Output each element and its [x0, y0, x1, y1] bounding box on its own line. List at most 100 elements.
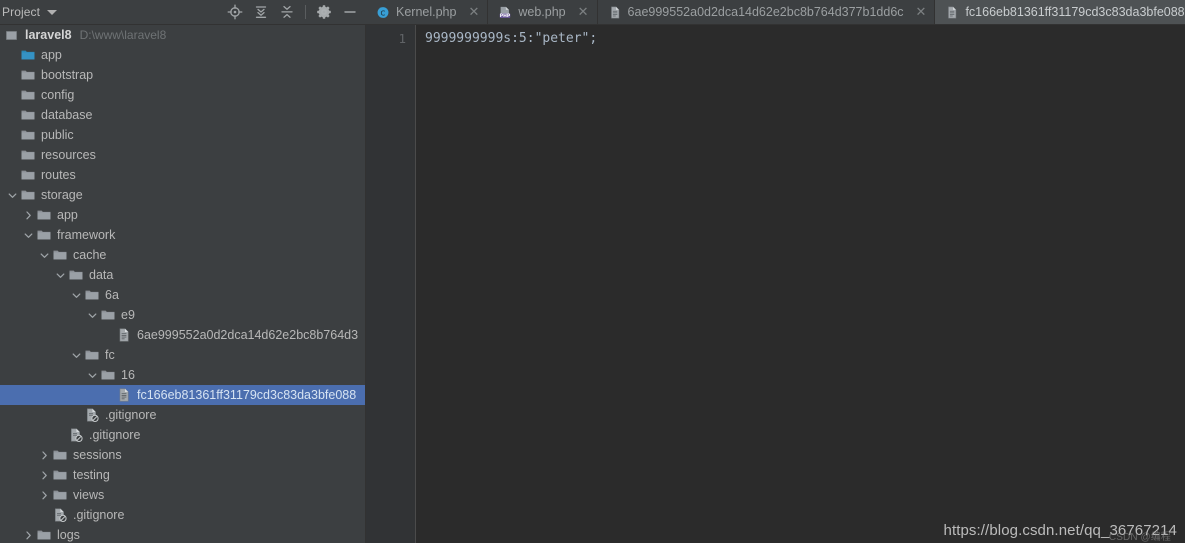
folder-icon: [21, 190, 35, 200]
locate-icon[interactable]: [227, 4, 243, 20]
project-panel-title[interactable]: Project: [0, 5, 40, 19]
chevron-down-icon[interactable]: [7, 190, 18, 201]
tree-row[interactable]: bootstrap: [0, 65, 365, 85]
chevron-down-icon[interactable]: [71, 290, 82, 301]
gitignore-icon: [55, 508, 67, 522]
tree-item-label: views: [73, 488, 105, 502]
tree-row[interactable]: logs: [0, 525, 365, 543]
tree-row[interactable]: fc: [0, 345, 365, 365]
tree-item-label: fc: [105, 348, 115, 362]
tree-row[interactable]: fc166eb81361ff31179cd3c83da3bfe088: [0, 385, 365, 405]
tree-row[interactable]: 6ae999552a0d2dca14d62e2bc8b764d3: [0, 325, 365, 345]
text-file-icon: [119, 388, 129, 402]
folder-icon: [21, 110, 35, 120]
tree-row[interactable]: resources: [0, 145, 365, 165]
tree-item-label: config: [41, 88, 75, 102]
tree-row-root[interactable]: laravel8 D:\www\laravel8: [0, 25, 365, 45]
tree-item-label: public: [41, 128, 74, 142]
toolbar-divider: [305, 5, 306, 19]
text-file-icon: [608, 5, 622, 20]
editor-tab-6ae999552a0d2dca14d62e2bc8b764d377b1dd6c[interactable]: 6ae999552a0d2dca14d62e2bc8b764d377b1dd6c…: [597, 0, 936, 24]
tree-item-label: .gitignore: [73, 508, 125, 522]
chevron-down-icon[interactable]: [23, 230, 34, 241]
tree-item-label: fc166eb81361ff31179cd3c83da3bfe088: [137, 388, 357, 402]
tree-row[interactable]: .gitignore: [0, 405, 365, 425]
tree-item-label: bootstrap: [41, 68, 94, 82]
chevron-right-icon[interactable]: [23, 530, 34, 541]
folder-icon: [85, 350, 99, 360]
tree-row[interactable]: testing: [0, 465, 365, 485]
tree-row[interactable]: database: [0, 105, 365, 125]
tab-label: fc166eb81361ff31179cd3c83da3bfe088b8: [965, 5, 1185, 19]
project-panel-toolbar: [227, 4, 366, 20]
tree-row[interactable]: framework: [0, 225, 365, 245]
folder-icon: [85, 290, 99, 300]
project-tree[interactable]: laravel8 D:\www\laravel8 app bootstrap confi…: [0, 25, 366, 543]
chevron-right-icon[interactable]: [39, 450, 50, 461]
tree-item-label: 6ae999552a0d2dca14d62e2bc8b764d3: [137, 328, 359, 342]
editor-tab-web-php[interactable]: PHP web.php ✕: [488, 0, 598, 24]
ide-window: Project C Kernel.php ✕ PHP web.php ✕ 6ae…: [0, 0, 1185, 543]
watermark-brand: CSDN @编程: [1108, 532, 1171, 543]
gear-icon[interactable]: [316, 4, 332, 20]
expand-all-icon[interactable]: [279, 4, 295, 20]
tree-row[interactable]: app: [0, 205, 365, 225]
php-class-icon: C: [376, 5, 390, 20]
folder-icon: [21, 170, 35, 180]
chevron-down-icon[interactable]: [87, 310, 98, 321]
editor-tab-fc166eb81361ff31179cd3c83da3bfe088b8[interactable]: fc166eb81361ff31179cd3c83da3bfe088b8: [935, 0, 1185, 24]
chevron-down-icon[interactable]: [87, 370, 98, 381]
editor-tab-bar: C Kernel.php ✕ PHP web.php ✕ 6ae999552a0…: [366, 0, 1185, 25]
tree-root-name: laravel8: [25, 28, 72, 42]
tree-row[interactable]: views: [0, 485, 365, 505]
tree-row[interactable]: .gitignore: [0, 425, 365, 445]
text-file-icon: [945, 5, 959, 20]
chevron-right-icon[interactable]: [23, 210, 34, 221]
folder-icon: [21, 90, 35, 100]
project-panel-header: Project: [0, 0, 366, 25]
code-content[interactable]: 9999999999s:5:"peter";: [416, 25, 1185, 543]
code-editor[interactable]: 1 9999999999s:5:"peter"; https://blog.cs…: [366, 25, 1185, 543]
code-line[interactable]: 9999999999s:5:"peter";: [425, 31, 1185, 47]
chevron-down-icon[interactable]: [47, 9, 58, 15]
chevron-down-icon[interactable]: [71, 350, 82, 361]
close-icon[interactable]: ✕: [916, 6, 927, 19]
tree-row[interactable]: sessions: [0, 445, 365, 465]
line-number: 1: [398, 31, 406, 46]
top-strip: Project C Kernel.php ✕ PHP web.php ✕ 6ae…: [0, 0, 1185, 25]
tree-item-label: routes: [41, 168, 76, 182]
folder-icon: [37, 210, 51, 220]
tree-item-label: app: [41, 48, 62, 62]
close-icon[interactable]: ✕: [468, 6, 479, 19]
tree-row[interactable]: e9: [0, 305, 365, 325]
tree-item-label: e9: [121, 308, 135, 322]
minimize-icon[interactable]: [342, 4, 358, 20]
collapse-all-icon[interactable]: [253, 4, 269, 20]
tree-row[interactable]: config: [0, 85, 365, 105]
tree-row[interactable]: routes: [0, 165, 365, 185]
folder-icon: [37, 530, 51, 540]
tab-label: Kernel.php: [396, 5, 457, 19]
tree-item-label: cache: [73, 248, 107, 262]
chevron-down-icon[interactable]: [55, 270, 66, 281]
tree-item-label: testing: [73, 468, 110, 482]
editor-tab-kernel-php[interactable]: C Kernel.php ✕: [366, 0, 489, 24]
folder-icon: [21, 150, 35, 160]
close-icon[interactable]: ✕: [578, 6, 589, 19]
tree-row[interactable]: storage: [0, 185, 365, 205]
tree-row[interactable]: data: [0, 265, 365, 285]
chevron-right-icon[interactable]: [39, 470, 50, 481]
chevron-right-icon[interactable]: [39, 490, 50, 501]
tree-row[interactable]: app: [0, 45, 365, 65]
text-file-icon: [119, 328, 129, 342]
folder-icon: [37, 230, 51, 240]
tree-row[interactable]: public: [0, 125, 365, 145]
tree-row[interactable]: 6a: [0, 285, 365, 305]
chevron-down-icon[interactable]: [39, 250, 50, 261]
tree-item-label: app: [57, 208, 78, 222]
tree-row[interactable]: cache: [0, 245, 365, 265]
main-body: laravel8 D:\www\laravel8 app bootstrap confi…: [0, 25, 1185, 543]
tree-row[interactable]: 16: [0, 365, 365, 385]
tree-row[interactable]: .gitignore: [0, 505, 365, 525]
tree-item-label: storage: [41, 188, 83, 202]
